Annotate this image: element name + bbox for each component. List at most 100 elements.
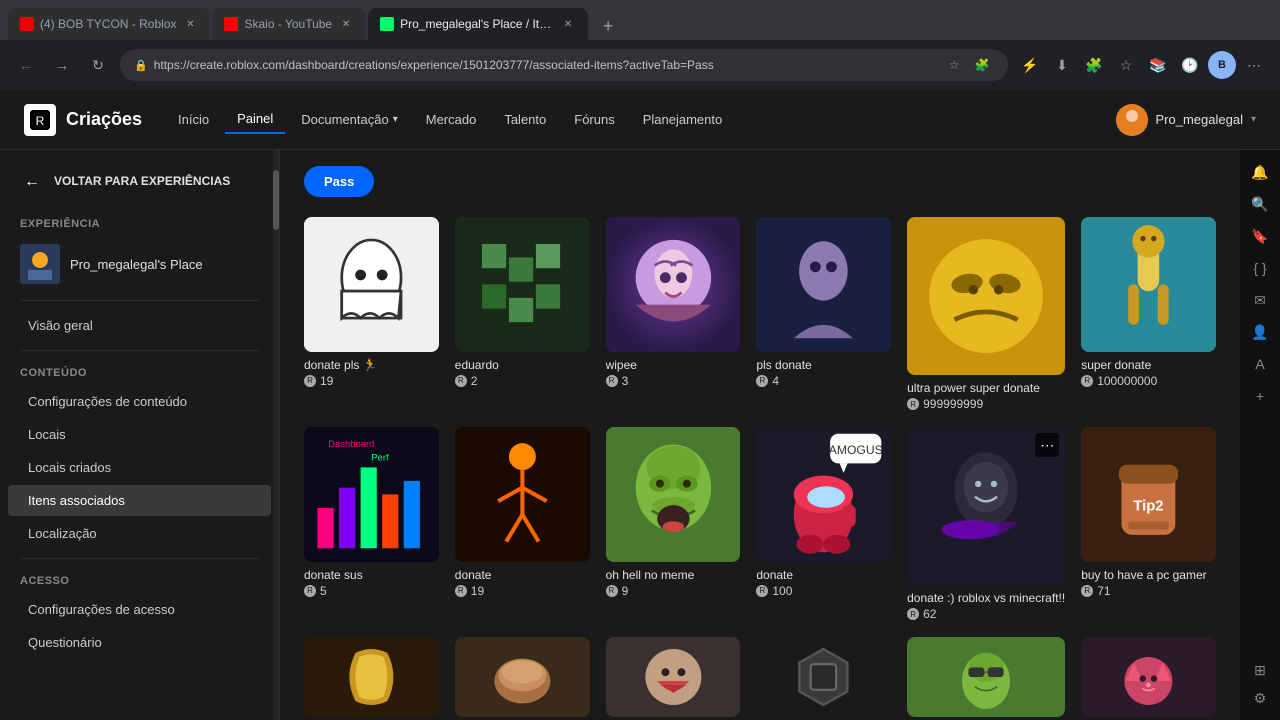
robux-icon-1: R [304, 375, 316, 387]
item-name-9: oh hell no meme [606, 568, 741, 582]
code-icon[interactable]: { } [1246, 254, 1274, 282]
username-label: Pro_megalegal [1156, 112, 1243, 127]
item-name-4: pls donate [756, 358, 891, 372]
tab-create[interactable]: Pro_megalegal's Place / Itens as... ✕ [368, 8, 588, 40]
sidebar-item-locais[interactable]: Locais [8, 419, 271, 450]
item-card-18[interactable] [1081, 637, 1216, 717]
item-card-3[interactable]: wipee R 3 [606, 217, 741, 411]
item-price-12: R 71 [1081, 584, 1216, 598]
robux-icon-11: R [907, 608, 919, 620]
downloads-icon[interactable]: ⬇ [1048, 51, 1076, 79]
item-card-2[interactable]: eduardo R 2 [455, 217, 590, 411]
sidebar-item-config-acesso[interactable]: Configurações de acesso [8, 594, 271, 625]
item-card-4[interactable]: pls donate R 4 [756, 217, 891, 411]
item-card-7[interactable]: Dashboard Perf donate sus R 5 [304, 427, 439, 621]
favorites-icon[interactable]: ☆ [1112, 51, 1140, 79]
item-card-13[interactable] [304, 637, 439, 717]
top-nav: R Criações Início Painel Documentação ▾ … [0, 90, 1280, 150]
item-card-12[interactable]: Tip2 buy to have a pc gamer R 71 [1081, 427, 1216, 621]
scrollbar-thumb[interactable] [273, 170, 279, 230]
pass-tab-button[interactable]: Pass [304, 166, 374, 197]
notification-icon[interactable]: 🔔 [1246, 158, 1274, 186]
performance-icon[interactable]: ⚡ [1016, 51, 1044, 79]
bookmark-right-icon[interactable]: 🔖 [1246, 222, 1274, 250]
scrollbar-track[interactable] [273, 150, 279, 720]
item-card-10[interactable]: AMOGUS [756, 427, 891, 621]
settings-icon[interactable]: ⋯ [1240, 51, 1268, 79]
history-icon[interactable]: 🕑 [1176, 51, 1204, 79]
sidebar-item-visao-geral[interactable]: Visão geral [8, 310, 271, 341]
item-name-1: donate pls 🏃 [304, 358, 439, 372]
logo-text: Criações [66, 109, 142, 130]
extensions-icon[interactable]: 🧩 [970, 53, 994, 77]
person-icon[interactable]: 👤 [1246, 318, 1274, 346]
mail-icon[interactable]: ✉ [1246, 286, 1274, 314]
svg-text:Tip2: Tip2 [1134, 499, 1164, 515]
item-card-16[interactable] [756, 637, 891, 717]
roblox-favicon [20, 17, 34, 31]
right-sidebar: 🔔 🔍 🔖 { } ✉ 👤 A + ⊞ ⚙ [1240, 150, 1280, 720]
item-thumb-10: AMOGUS [756, 427, 891, 562]
item-card-6[interactable]: super donate R 100000000 [1081, 217, 1216, 411]
robux-icon-2: R [455, 375, 467, 387]
nav-foruns[interactable]: Fóruns [562, 105, 626, 134]
search-icon[interactable]: 🔍 [1246, 190, 1274, 218]
item-thumb-15 [606, 637, 741, 717]
item-thumb-5 [907, 217, 1065, 375]
forward-button[interactable]: → [48, 51, 76, 79]
back-button[interactable]: ← [12, 51, 40, 79]
collections-icon[interactable]: 📚 [1144, 51, 1172, 79]
sidebar-item-localizacao[interactable]: Localização [8, 518, 271, 549]
nav-mercado[interactable]: Mercado [414, 105, 489, 134]
sidebar-divider-1 [20, 300, 259, 301]
nav-planejamento[interactable]: Planejamento [631, 105, 735, 134]
extensions-btn[interactable]: 🧩 [1080, 51, 1108, 79]
tab-youtube-close[interactable]: ✕ [338, 16, 354, 32]
item-card-5[interactable]: ultra power super donate R 999999999 [907, 217, 1065, 411]
item-price-10: R 100 [756, 584, 891, 598]
item-more-button-11[interactable]: ⋯ [1035, 433, 1059, 457]
content-area: Pass [280, 150, 1240, 720]
nav-documentacao[interactable]: Documentação ▾ [289, 105, 409, 134]
item-thumb-18 [1081, 637, 1216, 717]
section-experiencia: EXPERIÊNCIA [0, 210, 279, 236]
nav-painel[interactable]: Painel [225, 105, 285, 134]
item-card-17[interactable] [907, 637, 1065, 717]
grid-icon[interactable]: ⊞ [1246, 656, 1274, 684]
tab-youtube[interactable]: Skaio - YouTube ✕ [212, 8, 366, 40]
tab-roblox[interactable]: (4) BOB TYCON - Roblox ✕ [8, 8, 210, 40]
item-card-14[interactable] [455, 637, 590, 717]
user-button[interactable]: Pro_megalegal ▾ [1116, 104, 1256, 136]
settings-right-icon[interactable]: ⚙ [1246, 684, 1274, 712]
sidebar-item-config-conteudo[interactable]: Configurações de conteúdo [8, 386, 271, 417]
reload-button[interactable]: ↻ [84, 51, 112, 79]
item-card-8[interactable]: donate R 19 [455, 427, 590, 621]
item-card-15[interactable] [606, 637, 741, 717]
item-card-11[interactable]: ⋯ donate :) roblox vs minecraft!! R 62 [907, 427, 1065, 621]
tab-roblox-close[interactable]: ✕ [182, 16, 198, 32]
nav-inicio[interactable]: Início [166, 105, 221, 134]
back-to-experiences-button[interactable]: ← VOLTAR PARA EXPERIÊNCIAS [0, 150, 279, 210]
item-name-10: donate [756, 568, 891, 582]
sidebar-item-locais-criados[interactable]: Locais criados [8, 452, 271, 483]
sidebar-item-itens-associados[interactable]: Itens associados [8, 485, 271, 516]
item-price-11: R 62 [907, 607, 1065, 621]
logo-icon: R [24, 104, 56, 136]
experience-item[interactable]: Pro_megalegal's Place [0, 236, 279, 292]
new-tab-button[interactable]: + [594, 12, 622, 40]
nav-talento[interactable]: Talento [492, 105, 558, 134]
experience-name: Pro_megalegal's Place [70, 257, 203, 272]
section-acesso: ACESSO [0, 567, 279, 593]
robux-icon-3: R [606, 375, 618, 387]
translate-icon[interactable]: A [1246, 350, 1274, 378]
item-card-9[interactable]: oh hell no meme R 9 [606, 427, 741, 621]
url-bar[interactable]: 🔒 https://create.roblox.com/dashboard/cr… [120, 49, 1008, 81]
tab-create-close[interactable]: ✕ [560, 16, 576, 32]
user-chevron-icon: ▾ [1251, 114, 1256, 125]
bookmark-icon[interactable]: ☆ [942, 53, 966, 77]
browser-profile-button[interactable]: B [1208, 51, 1236, 79]
item-card-1[interactable]: donate pls 🏃 R 19 [304, 217, 439, 411]
browser-chrome: (4) BOB TYCON - Roblox ✕ Skaio - YouTube… [0, 0, 1280, 90]
sidebar-item-questionario[interactable]: Questionário [8, 627, 271, 658]
plus-icon[interactable]: + [1246, 382, 1274, 410]
